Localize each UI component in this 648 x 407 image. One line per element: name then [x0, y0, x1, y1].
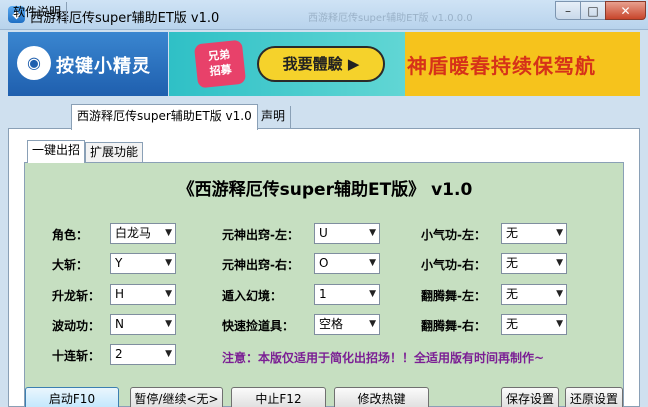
ad-banner[interactable]: 兄弟 招募 我要體驗 ▶ 神盾暖春持续保驾航: [169, 32, 640, 96]
chevron-down-icon: ▼: [165, 289, 172, 299]
rising-dragon-value: H: [115, 287, 125, 301]
rising-dragon-label: 升龙斩：: [52, 289, 101, 303]
qigong-right-label: 小气功-右：: [421, 258, 486, 272]
big-slash-value: Y: [115, 256, 123, 270]
edit-hotkey-button[interactable]: 修改热键: [334, 387, 429, 407]
spirit-left-label: 元神出窍-左：: [222, 228, 299, 242]
ad-cta-button[interactable]: 我要體驗 ▶: [257, 46, 385, 82]
chevron-down-icon: ▼: [369, 258, 376, 268]
notice-text: 注意：本版仅适用于简化出招场！！全适用版有时间再制作~: [222, 351, 545, 365]
role-value: 白龙马: [115, 226, 152, 240]
chevron-down-icon: ▼: [165, 349, 172, 359]
title-bar: ◆ 西游释厄传super辅助ET版 v1.0 西游释厄传super辅助ET版 v…: [0, 0, 648, 30]
restore-settings-button[interactable]: 还原设置: [565, 387, 623, 407]
page-title: 《西游释厄传super辅助ET版》 v1.0: [177, 180, 473, 200]
flip-dance-right-value: 无: [506, 317, 519, 331]
chevron-down-icon: ▼: [369, 319, 376, 329]
rising-dragon-select[interactable]: H ▼: [110, 284, 176, 305]
wave-skill-label: 波动功：: [52, 319, 101, 333]
ad-slogan: 神盾暖春持续保驾航: [407, 54, 596, 78]
chevron-down-icon: ▼: [556, 258, 563, 268]
quick-pickup-select[interactable]: 空格 ▼: [314, 314, 380, 335]
spirit-right-select[interactable]: O ▼: [314, 253, 380, 274]
qigong-left-label: 小气功-左：: [421, 228, 486, 242]
tab-extended-functions[interactable]: 扩展功能: [85, 142, 144, 162]
big-slash-select[interactable]: Y ▼: [110, 253, 176, 274]
spirit-left-value: U: [319, 226, 328, 240]
wave-skill-value: N: [115, 317, 124, 331]
qigong-left-select[interactable]: 无 ▼: [501, 223, 567, 244]
logo-panel: ◉ 按键小精灵: [8, 32, 168, 96]
pause-resume-button[interactable]: 暂停/继续<无>: [130, 387, 223, 407]
chevron-down-icon: ▼: [556, 319, 563, 329]
ten-slash-label: 十连斩：: [52, 349, 101, 363]
illusion-value: 1: [319, 287, 327, 301]
chevron-down-icon: ▼: [369, 289, 376, 299]
ten-slash-value: 2: [115, 347, 123, 361]
ad-left-area: 兄弟 招募 我要體驗 ▶: [169, 32, 405, 96]
start-button[interactable]: 启动F10: [25, 387, 119, 407]
qigong-left-value: 无: [506, 226, 519, 240]
flip-dance-left-value: 无: [506, 287, 519, 301]
ten-slash-select[interactable]: 2 ▼: [110, 344, 176, 365]
flip-dance-left-label: 翻腾舞-左：: [421, 289, 486, 303]
spirit-left-select[interactable]: U ▼: [314, 223, 380, 244]
chevron-down-icon: ▼: [165, 258, 172, 268]
tab-software-info[interactable]: 软件说明: [8, 2, 68, 24]
logo-text: 按键小精灵: [56, 56, 151, 77]
minimize-button[interactable]: –: [555, 1, 581, 20]
quick-pickup-label: 快速捡道具：: [222, 319, 295, 333]
chevron-down-icon: ▼: [165, 228, 172, 238]
spirit-right-value: O: [319, 256, 329, 270]
illusion-select[interactable]: 1 ▼: [314, 284, 380, 305]
flip-dance-right-label: 翻腾舞-右：: [421, 319, 486, 333]
chevron-down-icon: ▼: [556, 228, 563, 238]
chevron-down-icon: ▼: [165, 319, 172, 329]
qigong-right-value: 无: [506, 256, 519, 270]
illusion-label: 遁入幻境：: [222, 289, 283, 303]
wave-skill-select[interactable]: N ▼: [110, 314, 176, 335]
flip-dance-left-select[interactable]: 无 ▼: [501, 284, 567, 305]
spirit-right-label: 元神出窍-右：: [222, 258, 299, 272]
chevron-down-icon: ▼: [556, 289, 563, 299]
qigong-right-select[interactable]: 无 ▼: [501, 253, 567, 274]
tab-statement[interactable]: 声明: [256, 106, 292, 128]
tab-one-key-skill[interactable]: 一键出招: [27, 140, 86, 163]
tab-main[interactable]: 西游释厄传super辅助ET版 v1.0: [71, 104, 258, 130]
save-settings-button[interactable]: 保存设置: [501, 387, 559, 407]
maximize-button[interactable]: □: [580, 1, 606, 20]
settings-panel: 《西游释厄传super辅助ET版》 v1.0 角色： 白龙马 ▼ 大斩： Y ▼ 升…: [24, 162, 624, 407]
role-label: 角色：: [52, 228, 89, 242]
close-button[interactable]: ✕: [605, 1, 646, 20]
ad-badge: 兄弟 招募: [193, 39, 247, 89]
logo-icon: ◉: [17, 46, 51, 80]
chevron-down-icon: ▼: [369, 228, 376, 238]
ghost-window-title: 西游释厄传super辅助ET版 v1.0.0.0: [308, 13, 473, 24]
flip-dance-right-select[interactable]: 无 ▼: [501, 314, 567, 335]
quick-pickup-value: 空格: [319, 317, 344, 331]
role-select[interactable]: 白龙马 ▼: [110, 223, 176, 244]
big-slash-label: 大斩：: [52, 258, 89, 272]
stop-button[interactable]: 中止F12: [231, 387, 326, 407]
